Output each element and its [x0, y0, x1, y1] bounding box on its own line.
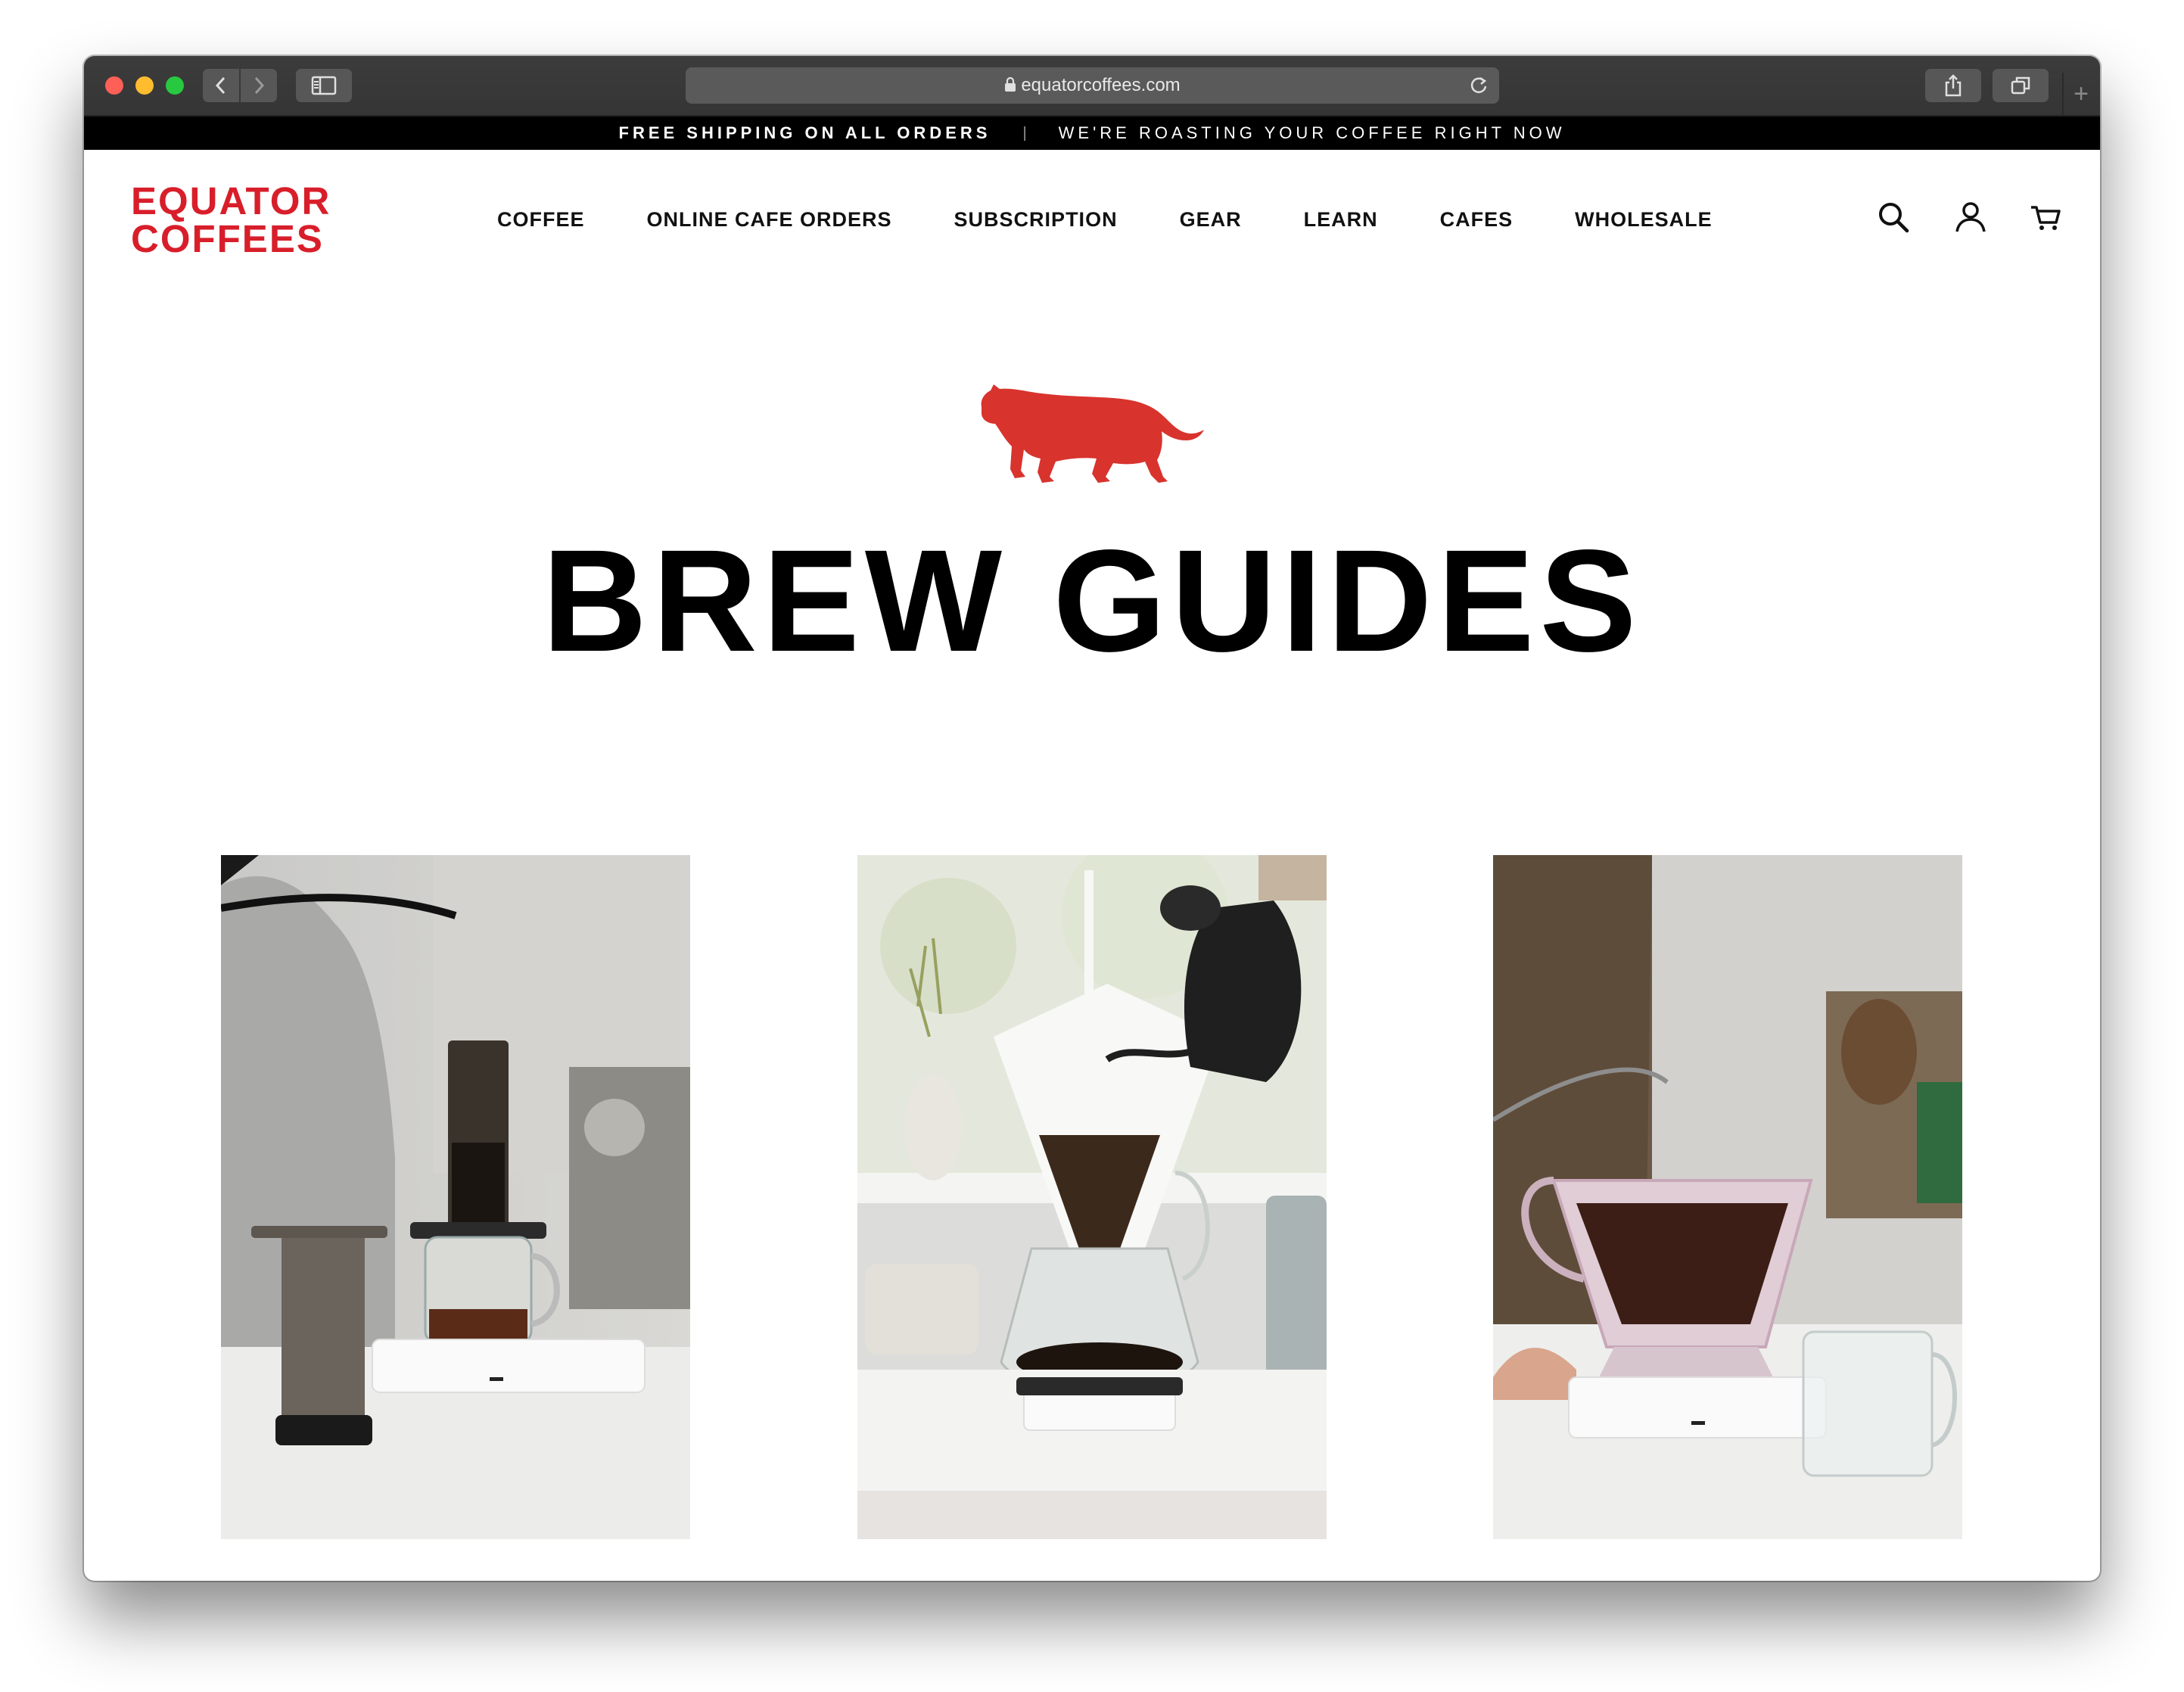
- site-header: EQUATOR COFFEES COFFEE ONLINE CAFE ORDER…: [84, 150, 2100, 271]
- minimize-window-button[interactable]: [135, 76, 154, 95]
- close-window-button[interactable]: [105, 76, 123, 95]
- zoom-window-button[interactable]: [166, 76, 184, 95]
- account-icon[interactable]: [1953, 200, 1988, 235]
- forward-icon: [254, 76, 265, 95]
- page-title: BREW GUIDES: [542, 519, 1642, 682]
- equator-logo[interactable]: EQUATOR COFFEES: [131, 182, 331, 258]
- logo-line-1: EQUATOR: [131, 179, 331, 222]
- new-tab-icon: +: [2074, 79, 2089, 108]
- clever-dripper-photo: [1493, 855, 1962, 1539]
- new-tab-button[interactable]: +: [2062, 73, 2098, 115]
- promo-roasting: WE'RE ROASTING YOUR COFFEE RIGHT NOW: [1058, 123, 1566, 142]
- address-text-row: equatorcoffees.com: [686, 67, 1499, 104]
- nav-learn[interactable]: LEARN: [1304, 208, 1378, 232]
- share-icon: [1945, 74, 1962, 97]
- logo-line-2: COFFEES: [131, 217, 324, 260]
- nav-wholesale[interactable]: WHOLESALE: [1575, 208, 1713, 232]
- show-tabs-button[interactable]: [1993, 69, 2049, 102]
- forward-button[interactable]: [241, 69, 277, 102]
- nav-subscription[interactable]: SUBSCRIPTION: [954, 208, 1118, 232]
- sidebar-toggle-button[interactable]: [296, 69, 352, 102]
- guide-card-aeropress[interactable]: [221, 855, 690, 1539]
- back-icon: [215, 76, 226, 95]
- sidebar-icon: [311, 76, 337, 95]
- tabs-icon: [2011, 76, 2030, 95]
- main-nav: COFFEE ONLINE CAFE ORDERS SUBSCRIPTION G…: [497, 208, 1775, 232]
- lock-icon: [1005, 76, 1016, 92]
- nav-gear[interactable]: GEAR: [1180, 208, 1242, 232]
- browser-toolbar: equatorcoffees.com +: [84, 56, 2100, 117]
- cart-icon[interactable]: [2029, 200, 2064, 235]
- promo-free-shipping: FREE SHIPPING ON ALL ORDERS: [618, 123, 991, 142]
- promo-bar: FREE SHIPPING ON ALL ORDERS | WE'RE ROAS…: [84, 117, 2100, 150]
- guide-card-clever-dripper[interactable]: [1493, 855, 1962, 1539]
- nav-online-cafe-orders[interactable]: ONLINE CAFE ORDERS: [647, 208, 892, 232]
- browser-window: equatorcoffees.com + FREE SHIPPING ON AL…: [84, 56, 2100, 1581]
- promo-separator: |: [1022, 124, 1027, 142]
- guide-card-chemex[interactable]: [857, 855, 1327, 1539]
- nav-cafes[interactable]: CAFES: [1440, 208, 1514, 232]
- jaguar-logo: [981, 384, 1204, 483]
- url-text: equatorcoffees.com: [1021, 75, 1181, 95]
- back-button[interactable]: [203, 69, 239, 102]
- address-bar[interactable]: equatorcoffees.com: [686, 67, 1499, 104]
- reload-icon[interactable]: [1467, 74, 1490, 97]
- share-button[interactable]: [1925, 69, 1981, 102]
- nav-coffee[interactable]: COFFEE: [497, 208, 585, 232]
- chemex-photo: [857, 855, 1327, 1539]
- search-icon[interactable]: [1876, 200, 1911, 235]
- aeropress-photo: [221, 855, 690, 1539]
